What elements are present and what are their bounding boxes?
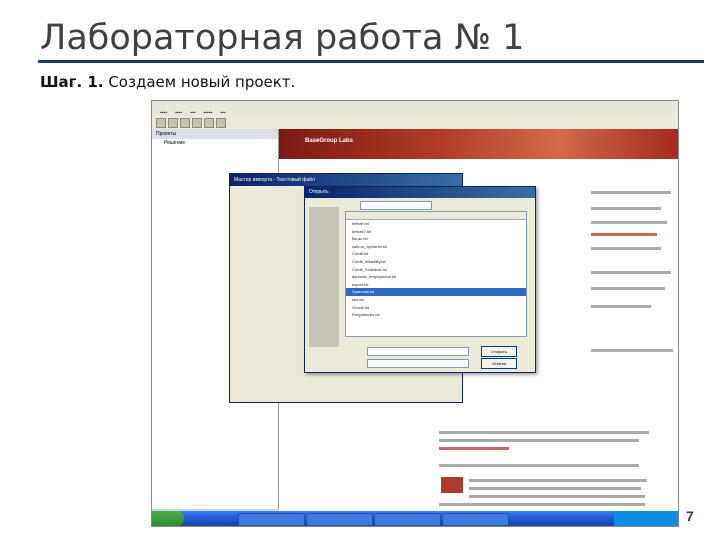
application-screenshot: ▪▪▪▪ ▪▪▪▪ ▪▪▪ ▪▪▪▪▪ ▪▪▪ Проекты Решение Base…	[151, 100, 679, 527]
text-line	[591, 207, 661, 210]
article-thumbnail[interactable]	[441, 477, 463, 493]
taskbar-item[interactable]	[374, 513, 441, 526]
site-header-banner: BaseGroup Labs	[279, 129, 678, 159]
project-panel-title: Проекты	[152, 129, 278, 139]
taskbar-item[interactable]	[442, 513, 509, 526]
look-in-select[interactable]	[360, 201, 432, 210]
link-line[interactable]	[591, 233, 657, 236]
text-line	[591, 349, 673, 352]
file-row[interactable]: Bs-ac.txt	[346, 235, 526, 243]
file-row[interactable]: dynamic_employment.txt	[346, 273, 526, 281]
places-bar[interactable]	[309, 207, 339, 347]
file-row[interactable]: export.txt	[346, 281, 526, 289]
text-line	[591, 221, 667, 224]
file-rows: before.txt before2.txt Bs-ac.txt cats-ru_by…	[346, 220, 526, 319]
text-line	[469, 479, 647, 482]
title-rule	[38, 60, 704, 63]
text-line	[469, 495, 645, 498]
text-line	[591, 247, 661, 250]
menu-bar: ▪▪▪▪ ▪▪▪▪ ▪▪▪ ▪▪▪▪▪ ▪▪▪	[152, 101, 678, 116]
file-row[interactable]: Credit_Schedule.txt	[346, 266, 526, 274]
toolbar-button[interactable]	[168, 118, 178, 128]
taskbar-item[interactable]	[306, 513, 373, 526]
file-name-field[interactable]	[367, 347, 469, 356]
open-file-dialog: Открыть before.txt before2.txt Bs-ac.txt ca…	[304, 186, 536, 373]
text-line	[591, 271, 671, 274]
step-label: Шаг. 1.	[40, 73, 104, 91]
text-line	[439, 439, 639, 442]
taskbar-item[interactable]	[238, 513, 305, 526]
open-button[interactable]: Открыть	[481, 346, 517, 357]
file-row[interactable]: Credit_reliability.txt	[346, 258, 526, 266]
text-line	[439, 464, 639, 467]
text-line	[591, 287, 665, 290]
link-line[interactable]	[439, 447, 509, 450]
file-row[interactable]: Sparrows.txt	[346, 288, 526, 296]
file-row[interactable]: cats-ru_bymonth.txt	[346, 243, 526, 251]
file-row[interactable]: fact.txt	[346, 296, 526, 304]
slide-title: Лабораторная работа № 1	[40, 18, 525, 58]
toolbar-button[interactable]	[216, 118, 226, 128]
text-line	[469, 487, 641, 490]
text-line	[591, 191, 671, 194]
taskbar	[152, 511, 678, 526]
file-row[interactable]: before2.txt	[346, 228, 526, 236]
text-line	[591, 305, 651, 308]
file-type-select[interactable]	[367, 359, 469, 368]
file-row[interactable]: Goods.txt	[346, 304, 526, 312]
toolbar-button[interactable]	[156, 118, 166, 128]
start-button[interactable]	[152, 511, 184, 526]
system-tray	[614, 511, 678, 526]
step-line: Шаг. 1. Создаем новый проект.	[40, 73, 295, 91]
open-dialog-title: Открыть	[305, 187, 535, 198]
step-text: Создаем новый проект.	[108, 73, 296, 91]
text-line	[439, 431, 649, 434]
file-row[interactable]: Pregnancies.txt	[346, 311, 526, 319]
toolbar-button[interactable]	[192, 118, 202, 128]
import-wizard-title: Мастер импорта - Текстовый файл	[230, 174, 462, 186]
cancel-button[interactable]: Отмена	[481, 358, 517, 369]
brand-name: BaseGroup Labs	[305, 138, 354, 144]
toolbar	[152, 115, 678, 129]
file-list[interactable]: before.txt before2.txt Bs-ac.txt cats-ru_by…	[345, 211, 527, 337]
file-row[interactable]: before.txt	[346, 220, 526, 228]
file-row[interactable]: Credit.txt	[346, 250, 526, 258]
text-line	[439, 503, 645, 506]
toolbar-button[interactable]	[180, 118, 190, 128]
tree-item[interactable]: Решение	[152, 139, 278, 148]
toolbar-button[interactable]	[204, 118, 214, 128]
page-number: 7	[686, 508, 694, 524]
file-list-header	[346, 212, 526, 220]
